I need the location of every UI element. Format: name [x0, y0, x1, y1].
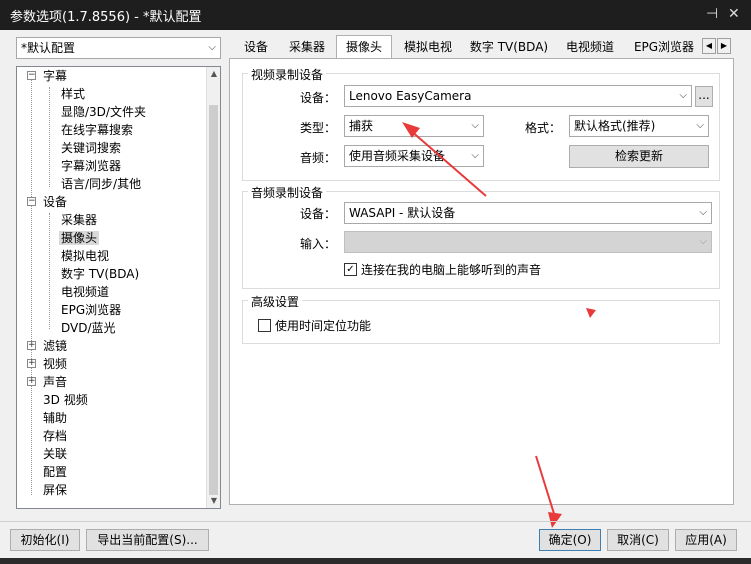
format-label: 格式： — [525, 121, 562, 135]
expand-icon[interactable]: + — [27, 377, 36, 386]
loopback-checkbox[interactable]: ✓ — [344, 263, 357, 276]
video-group-title: 视频录制设备 — [248, 66, 327, 83]
audio-device-select[interactable]: WASAPI - 默认设备 ⌵ — [344, 202, 712, 224]
tree-item[interactable]: 屏保 — [43, 481, 67, 499]
chevron-down-icon: ⌵ — [208, 42, 216, 53]
audio-input-select: ⌵ — [344, 231, 712, 253]
browse-button[interactable]: ... — [695, 86, 713, 107]
expand-icon[interactable]: + — [27, 341, 36, 350]
chevron-down-icon: ⌵ — [679, 90, 687, 101]
pin-icon[interactable]: ⊣ — [706, 6, 718, 22]
scroll-up-icon[interactable]: ▲ — [208, 68, 220, 80]
ok-button[interactable]: 确定(O) — [539, 529, 601, 551]
chevron-down-icon: ⌵ — [699, 236, 707, 247]
tree-item-selected[interactable]: 摄像头 — [59, 229, 100, 247]
tree-item[interactable]: 3D 视频 — [43, 391, 88, 409]
audio-source-select[interactable]: 使用音频采集设备 ⌵ — [344, 145, 484, 167]
tree-item[interactable]: 模拟电视 — [61, 247, 109, 265]
refresh-button[interactable]: 检索更新 — [569, 145, 709, 168]
collapse-icon[interactable]: − — [27, 71, 36, 80]
input-label: 输入： — [300, 237, 337, 251]
chevron-down-icon: ⌵ — [471, 150, 479, 161]
tree-item[interactable]: 字幕浏览器 — [61, 157, 121, 175]
tree-item[interactable]: 配置 — [43, 463, 67, 481]
video-device-label: 设备： — [300, 91, 337, 105]
apply-button[interactable]: 应用(A) — [675, 529, 737, 551]
export-config-button[interactable]: 导出当前配置(S)... — [86, 529, 209, 551]
settings-tree[interactable]: − 字幕 样式 显隐/3D/文件夹 在线字幕搜索 关键词搜索 字幕浏览器 语言/… — [16, 66, 221, 509]
tree-item[interactable]: 存档 — [43, 427, 67, 445]
init-button[interactable]: 初始化(I) — [10, 529, 80, 551]
expand-icon[interactable]: + — [27, 359, 36, 368]
tree-item[interactable]: DVD/蓝光 — [61, 319, 116, 337]
advanced-group-title: 高级设置 — [248, 293, 303, 310]
close-icon[interactable]: ✕ — [728, 6, 740, 22]
tree-item[interactable]: 在线字幕搜索 — [61, 121, 133, 139]
tab-analog-tv[interactable]: 模拟电视 — [396, 36, 460, 58]
tree-scrollbar[interactable]: ▲ ▼ — [206, 67, 220, 508]
tree-item[interactable]: EPG浏览器 — [61, 301, 121, 319]
audio-label: 音频： — [300, 151, 337, 165]
video-device-select[interactable]: Lenovo EasyCamera ⌵ — [344, 85, 692, 107]
type-label: 类型： — [300, 121, 337, 135]
audio-group-title: 音频录制设备 — [248, 184, 327, 201]
tree-item[interactable]: 语言/同步/其他 — [61, 175, 141, 193]
chevron-down-icon: ⌵ — [471, 120, 479, 131]
timeshift-label[interactable]: 使用时间定位功能 — [275, 317, 371, 334]
tab-capture[interactable]: 采集器 — [282, 36, 332, 58]
collapse-icon[interactable]: − — [27, 197, 36, 206]
tab-epg-browser[interactable]: EPG浏览器 — [628, 36, 700, 58]
tree-item[interactable]: 关联 — [43, 445, 67, 463]
chevron-down-icon: ⌵ — [696, 120, 704, 131]
loopback-label[interactable]: 连接在我的电脑上能够听到的声音 — [361, 261, 541, 278]
camera-settings-panel: 视频录制设备 设备： Lenovo EasyCamera ⌵ ... 类型： 捕… — [229, 58, 734, 505]
tree-item[interactable]: 数字 TV(BDA) — [61, 265, 139, 283]
tab-scroll-left-icon[interactable]: ◀ — [702, 38, 716, 54]
cancel-button[interactable]: 取消(C) — [607, 529, 669, 551]
profile-select[interactable]: *默认配置 ⌵ — [16, 37, 221, 59]
audio-device-label: 设备： — [300, 207, 337, 221]
tree-item[interactable]: 关键词搜索 — [61, 139, 121, 157]
window-title: 参数选项(1.7.8556) - *默认配置 — [10, 10, 202, 25]
tab-tv-channels[interactable]: 电视频道 — [558, 36, 622, 58]
tab-camera[interactable]: 摄像头 — [336, 35, 392, 59]
profile-select-value: *默认配置 — [21, 41, 76, 55]
chevron-down-icon: ⌵ — [699, 207, 707, 218]
tree-item[interactable]: 显隐/3D/文件夹 — [61, 103, 146, 121]
tab-device[interactable]: 设备 — [234, 36, 278, 58]
tree-item[interactable]: 采集器 — [61, 211, 97, 229]
type-select[interactable]: 捕获 ⌵ — [344, 115, 484, 137]
tab-scroll-right-icon[interactable]: ▶ — [717, 38, 731, 54]
title-bar: 参数选项(1.7.8556) - *默认配置 ⊣ ✕ — [0, 0, 751, 30]
tree-item[interactable]: 电视频道 — [61, 283, 109, 301]
timeshift-checkbox[interactable] — [258, 319, 271, 332]
footer-separator — [0, 521, 751, 522]
taskbar-strip — [0, 558, 751, 564]
tab-digital-tv[interactable]: 数字 TV(BDA) — [466, 36, 552, 58]
format-select[interactable]: 默认格式(推荐) ⌵ — [569, 115, 709, 137]
scroll-down-icon[interactable]: ▼ — [208, 495, 220, 507]
tree-item[interactable]: 辅助 — [43, 409, 67, 427]
scroll-thumb[interactable] — [209, 105, 218, 495]
tree-item[interactable]: 样式 — [61, 85, 85, 103]
